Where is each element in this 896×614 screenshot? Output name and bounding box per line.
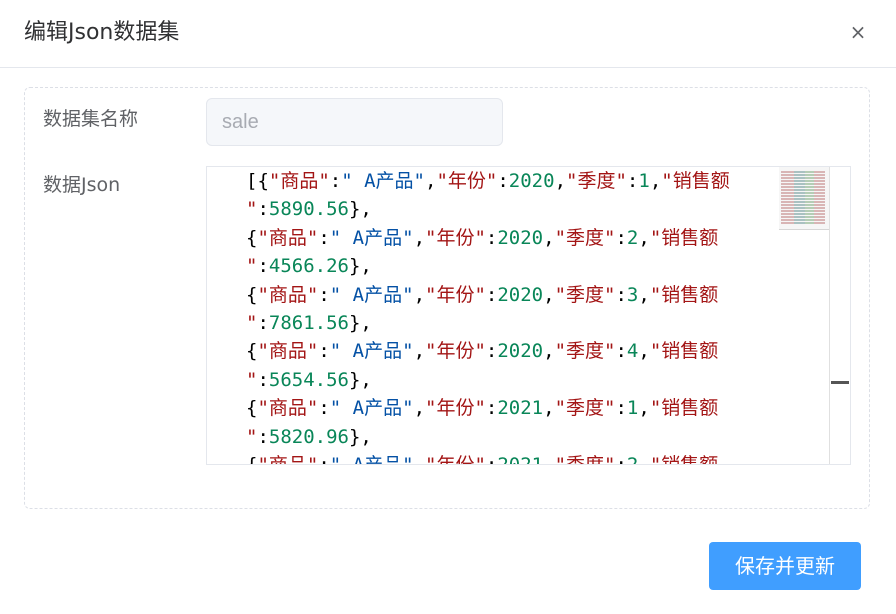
dialog-title: 编辑Json数据集 [24, 20, 180, 45]
minimap-line [781, 201, 825, 203]
json-string-value: " A产品" [329, 397, 414, 420]
json-number-value: 2 [627, 454, 638, 464]
json-key: " [246, 425, 258, 448]
json-code-line: {"商品":" A产品","年份":2020,"季度":2,"销售额 [246, 226, 719, 249]
json-key: "季度" [554, 340, 616, 363]
minimap-line [781, 180, 825, 182]
json-code-content[interactable]: [{"商品":" A产品","年份":2020,"季度":1,"销售额 ":589… [246, 167, 766, 464]
json-key: " [246, 368, 258, 391]
json-key: "销售额 [649, 340, 719, 363]
json-key: "商品" [257, 397, 319, 420]
minimap-line [781, 195, 825, 197]
editor-scrollbar-track[interactable] [829, 167, 830, 464]
minimap-line [781, 207, 825, 209]
json-key: "商品" [257, 283, 319, 306]
json-number-value: 1 [638, 170, 650, 192]
json-key: "销售额 [650, 454, 718, 464]
json-number-value: 5654.56 [268, 368, 349, 391]
json-key: "商品" [257, 340, 319, 363]
json-key: "季度" [555, 454, 616, 464]
minimap-line [781, 189, 825, 191]
json-key: "销售额 [649, 397, 719, 420]
json-number-value: 7861.56 [268, 312, 349, 335]
save-and-update-button[interactable]: 保存并更新 [709, 542, 861, 590]
json-key: "年份" [425, 226, 486, 249]
json-number-value: 5820.96 [268, 425, 349, 448]
minimap-line [781, 219, 825, 221]
json-key: "销售额 [649, 226, 719, 249]
json-number-value: 5890.56 [268, 198, 349, 221]
json-code-line: ":5890.56}, [246, 198, 372, 221]
json-code-line: {"商品":" A产品","年份":2020,"季度":3,"销售额 [246, 283, 719, 306]
json-code-editor[interactable]: [{"商品":" A产品","年份":2020,"季度":1,"销售额 ":589… [206, 166, 851, 465]
json-key: "年份" [425, 397, 486, 420]
minimap-line [781, 186, 825, 188]
close-icon[interactable]: × [846, 20, 870, 44]
json-number-value: 2020 [508, 170, 555, 192]
json-number-value: 4 [626, 340, 639, 363]
dataset-name-input[interactable]: sale [206, 98, 503, 146]
json-code-line: ":4566.26}, [246, 255, 372, 278]
editor-minimap[interactable] [779, 167, 829, 230]
json-string-value: " A产品" [329, 340, 414, 363]
json-key: "商品" [268, 170, 330, 192]
json-key: " [246, 198, 258, 221]
dataset-json-label: 数据Json [43, 174, 121, 196]
dataset-name-label: 数据集名称 [43, 108, 139, 130]
minimap-line [781, 216, 825, 218]
edit-json-dataset-dialog: 编辑Json数据集 × 数据集名称 sale 数据Json [{"商品":" A… [0, 0, 896, 614]
json-string-value: " A产品" [341, 170, 425, 192]
json-code-line: ":5654.56}, [246, 368, 372, 391]
minimap-line [781, 204, 825, 206]
json-key: "季度" [554, 226, 616, 249]
minimap-line [781, 171, 825, 173]
json-number-value: 3 [626, 283, 639, 306]
json-key: "年份" [425, 340, 486, 363]
json-code-line: ":7861.56}, [246, 312, 372, 335]
editor-scrollbar-marker[interactable] [831, 381, 849, 384]
json-key: " [246, 255, 258, 278]
json-key: "年份" [425, 454, 486, 464]
json-key: "商品" [257, 226, 319, 249]
json-number-value: 4566.26 [268, 255, 349, 278]
minimap-line [781, 183, 825, 185]
json-key: "季度" [554, 283, 616, 306]
json-code-line: ":5820.96}, [246, 425, 372, 448]
json-key: "销售额 [649, 283, 719, 306]
json-key: "季度" [566, 170, 627, 192]
json-number-value: 2020 [497, 340, 544, 363]
json-code-line: [{"商品":" A产品","年份":2020,"季度":1,"销售额 [246, 170, 730, 192]
json-key: "年份" [425, 283, 486, 306]
minimap-line [781, 210, 825, 212]
minimap-line [781, 222, 825, 224]
json-number-value: 2020 [497, 226, 544, 249]
json-string-value: " A产品" [330, 454, 414, 464]
json-code-line: {"商品":" A产品","年份":2021,"季度":1,"销售额 [246, 397, 719, 420]
json-number-value: 2021 [497, 397, 544, 420]
minimap-line [781, 198, 825, 200]
json-number-value: 2021 [497, 454, 543, 464]
json-code-line: {"商品":" A产品","年份":2021,"季度":2,"销售额 [246, 451, 766, 464]
json-number-value: 2020 [497, 283, 544, 306]
json-key: " [246, 312, 258, 335]
json-string-value: " A产品" [329, 226, 414, 249]
json-key: "商品" [257, 454, 318, 464]
minimap-line [781, 192, 825, 194]
dialog-header: 编辑Json数据集 × [0, 0, 896, 68]
json-key: "销售额 [661, 170, 730, 192]
json-code-line: {"商品":" A产品","年份":2020,"季度":4,"销售额 [246, 340, 719, 363]
json-number-value: 1 [626, 397, 639, 420]
minimap-line [781, 213, 825, 215]
json-string-value: " A产品" [329, 283, 414, 306]
json-key: "年份" [436, 170, 498, 192]
json-key: "季度" [554, 397, 616, 420]
minimap-line [781, 174, 825, 176]
json-number-value: 2 [626, 226, 639, 249]
dataset-form: 数据集名称 sale 数据Json [{"商品":" A产品","年份":202… [24, 87, 870, 509]
minimap-line [781, 177, 825, 179]
